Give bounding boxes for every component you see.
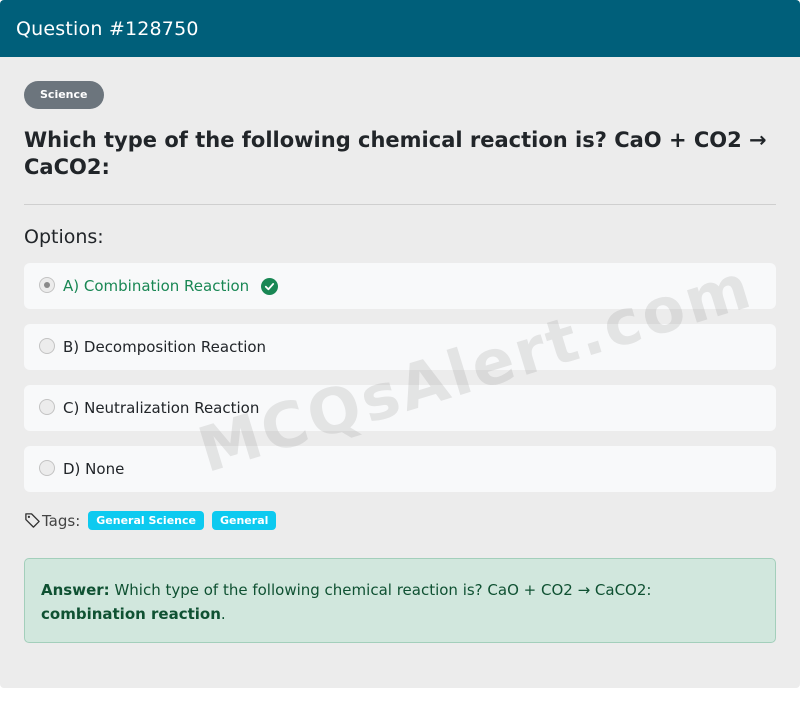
option-c[interactable]: C) Neutralization Reaction (24, 385, 776, 431)
question-text: Which type of the following chemical rea… (24, 128, 767, 179)
option-c-label: C) Neutralization Reaction (63, 399, 260, 417)
option-b[interactable]: B) Decomposition Reaction (24, 324, 776, 370)
option-a-radio[interactable] (39, 277, 55, 293)
question-header: Question #128750 (0, 0, 800, 57)
option-d[interactable]: D) None (24, 446, 776, 492)
answer-key: Answer: (41, 581, 110, 599)
tag-icon (25, 513, 40, 528)
check-circle-icon (261, 277, 279, 295)
answer-value: combination reaction (41, 605, 221, 623)
divider (24, 204, 776, 205)
option-d-radio[interactable] (39, 460, 55, 476)
tags-label: Tags: (42, 511, 81, 530)
answer-suffix: . (220, 605, 226, 623)
options-heading: Options: (24, 226, 104, 248)
tags-row: Tags: General Science General (24, 511, 776, 530)
category-badge[interactable]: Science (24, 81, 104, 109)
tag-general[interactable]: General (211, 511, 277, 530)
question-card: Question #128750 Science Which type of t… (0, 0, 800, 688)
question-number: Question #128750 (16, 18, 199, 40)
option-d-label: D) None (63, 460, 125, 478)
option-c-radio[interactable] (39, 399, 55, 415)
option-b-label: B) Decomposition Reaction (63, 338, 267, 356)
answer-text: Which type of the following chemical rea… (114, 581, 652, 599)
option-a-label: A) Combination Reaction (63, 277, 250, 295)
question-body: Science Which type of the following chem… (0, 57, 800, 643)
answer-box: Answer: Which type of the following chem… (24, 558, 776, 643)
option-b-radio[interactable] (39, 338, 55, 354)
tag-general-science[interactable]: General Science (88, 511, 204, 530)
option-a[interactable]: A) Combination Reaction (24, 263, 776, 309)
